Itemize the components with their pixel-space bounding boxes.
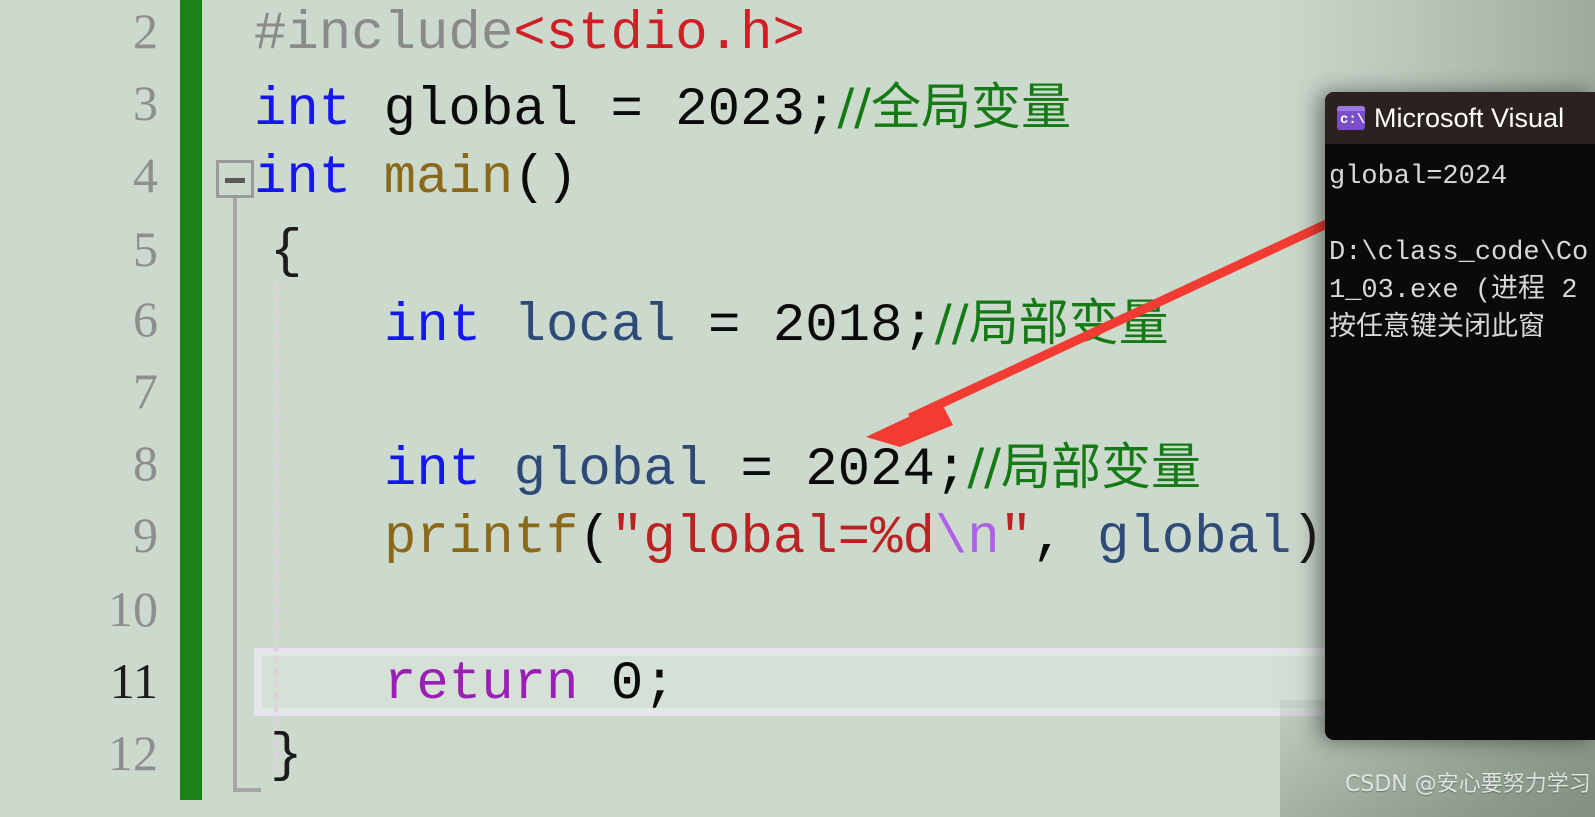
code-token-plain: global = 2023;	[351, 80, 838, 141]
code-line[interactable]: printf("global=%d\n", global);	[254, 512, 1356, 566]
code-line[interactable]: #include<stdio.h>	[254, 8, 805, 62]
code-token-preprocessor: #include	[254, 4, 514, 65]
code-token-comment: //局部变量	[967, 438, 1202, 496]
console-output-line: 按任意键关闭此窗	[1329, 314, 1545, 344]
code-token-string: "	[999, 508, 1033, 569]
console-output-line: 1_03.exe (进程 2	[1329, 276, 1578, 306]
code-token-brace: }	[270, 726, 303, 787]
code-line[interactable]: int main()	[254, 152, 578, 206]
console-output: global=2024 D:\class_code\Co 1_03.exe (进程 …	[1325, 144, 1595, 348]
code-token-brace: {	[270, 222, 303, 283]
code-token-escape: \n	[934, 508, 1000, 569]
code-token-plain: = 2024;	[708, 440, 968, 501]
code-token-variable: global	[1096, 508, 1292, 569]
code-token-plain: ,	[1032, 508, 1097, 569]
console-output-line: D:\class_code\Co	[1329, 238, 1589, 268]
code-token-function: main	[383, 148, 514, 209]
code-token-keyword: int	[254, 80, 352, 141]
code-token-variable: local	[513, 296, 676, 357]
code-token-header: <stdio.h>	[513, 4, 805, 65]
command-prompt-icon: c:\	[1337, 106, 1365, 130]
code-line[interactable]: }	[254, 730, 302, 784]
console-title-bar[interactable]: c:\ Microsoft Visual	[1325, 92, 1595, 144]
code-line[interactable]: int local = 2018;//局部变量	[254, 296, 1169, 354]
csdn-watermark: CSDN @安心要努力学习	[1345, 772, 1591, 797]
code-token-plain: (	[578, 508, 611, 569]
code-token-keyword: int	[384, 296, 482, 357]
code-token-string: "global=%d	[610, 508, 935, 569]
console-window-title: Microsoft Visual	[1374, 103, 1565, 133]
code-token-keyword: int	[384, 440, 482, 501]
code-token-plain: = 2018;	[675, 296, 935, 357]
console-output-line: global=2024	[1329, 162, 1508, 192]
code-token-control: return	[384, 654, 579, 715]
code-token-comment: //局部变量	[934, 294, 1169, 352]
console-icon-glyph: c:\	[1340, 112, 1365, 128]
code-token-comment: //全局变量	[837, 78, 1072, 136]
code-line[interactable]: int global = 2023;//全局变量	[254, 80, 1071, 138]
code-line[interactable]: {	[254, 226, 302, 280]
screenshot-stage: 2 3 4 5 6 7 8 9 10 11 12 #include<stdio.h> int glob…	[0, 0, 1595, 817]
code-token-variable: global	[513, 440, 709, 501]
console-window[interactable]: c:\ Microsoft Visual global=2024 D:\class…	[1325, 92, 1595, 740]
code-token-plain: 0;	[578, 654, 676, 715]
code-token-plain: ()	[513, 148, 579, 209]
code-line[interactable]: return 0;	[254, 658, 676, 712]
code-token-function: printf	[384, 508, 579, 569]
code-line[interactable]: int global = 2024;//局部变量	[254, 440, 1201, 498]
code-token-keyword: int	[254, 148, 352, 209]
